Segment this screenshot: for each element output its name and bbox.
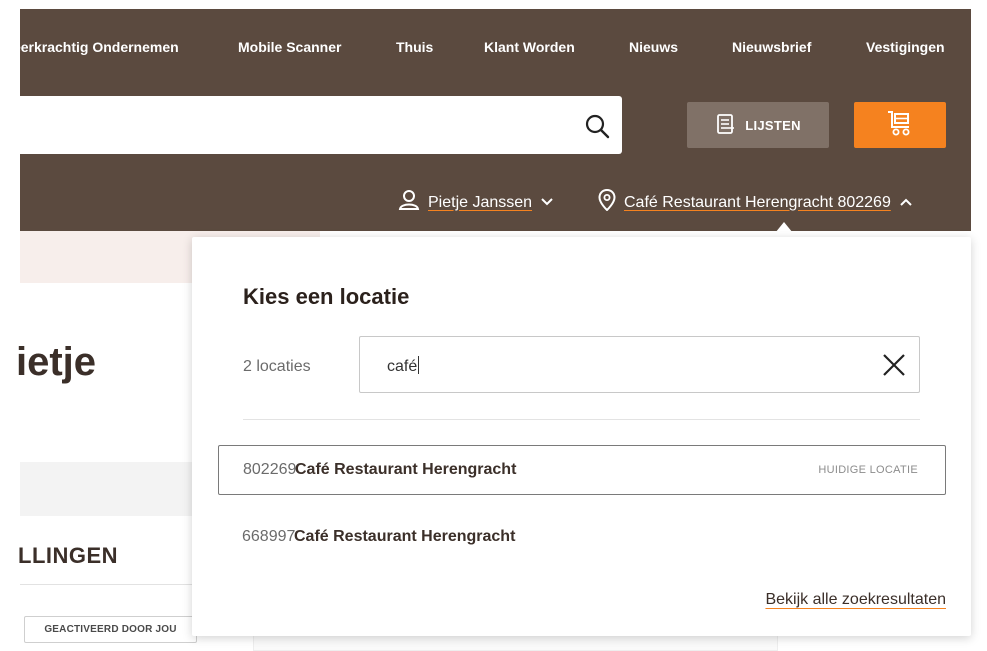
list-icon [715, 113, 737, 138]
site-header: Weerkrachtig Ondernemen Mobile Scanner T… [0, 9, 971, 231]
nav-item-thuis[interactable]: Thuis [396, 39, 433, 55]
location-menu[interactable]: Café Restaurant Herengracht 802269 [598, 188, 913, 216]
search-input[interactable] [20, 96, 622, 154]
nav-item-klant-worden[interactable]: Klant Worden [484, 39, 575, 55]
view-all-results-link[interactable]: Bekijk alle zoekresultaten [765, 591, 946, 609]
location-number: 668997 [242, 528, 296, 545]
lists-button-label: LIJSTEN [745, 117, 801, 133]
current-location-tag: HUIDIGE LOCATIE [818, 464, 918, 476]
cart-icon [885, 109, 915, 142]
user-menu[interactable]: Pietje Janssen [398, 189, 554, 216]
nav-item-nieuwsbrief[interactable]: Nieuwsbrief [732, 39, 811, 55]
chevron-down-icon[interactable] [540, 194, 554, 212]
greeting-heading: ietje [16, 340, 97, 384]
location-picker-popup: Kies een locatie 2 locaties café 802269 … [192, 237, 971, 636]
text-cursor [418, 356, 420, 374]
nav-item-ondernemen[interactable]: Weerkrachtig Ondernemen [0, 39, 179, 55]
result-count: 2 locaties [243, 358, 311, 375]
main-nav: Weerkrachtig Ondernemen Mobile Scanner T… [0, 9, 971, 85]
close-icon[interactable] [881, 352, 907, 378]
location-option[interactable]: 668997 Café Restaurant Herengracht [218, 512, 946, 562]
map-pin-icon [598, 188, 616, 216]
location-search-input[interactable]: café [359, 336, 920, 393]
user-name[interactable]: Pietje Janssen [428, 194, 532, 212]
popup-caret [771, 222, 797, 238]
location-name: Café Restaurant Herengracht [294, 528, 516, 545]
section-title: LLINGEN [18, 543, 119, 568]
search-icon[interactable] [584, 113, 610, 139]
location-number: 802269 [243, 461, 297, 478]
cart-button[interactable] [854, 102, 946, 148]
location-name: Café Restaurant Herengracht [295, 461, 517, 478]
popup-title: Kies een locatie [243, 284, 410, 309]
chevron-up-icon[interactable] [899, 194, 913, 212]
popup-divider [243, 419, 920, 420]
status-badge: GEACTIVEERD DOOR JOU [24, 616, 197, 643]
location-search-value: café [387, 358, 418, 375]
nav-item-nieuws[interactable]: Nieuws [629, 39, 678, 55]
current-location[interactable]: Café Restaurant Herengracht 802269 [624, 194, 891, 212]
lists-button[interactable]: LIJSTEN [687, 102, 829, 148]
nav-item-mobile-scanner[interactable]: Mobile Scanner [238, 39, 341, 55]
section-divider [20, 584, 194, 585]
location-option-selected[interactable]: 802269 Café Restaurant Herengracht HUIDI… [218, 445, 946, 495]
nav-item-vestigingen[interactable]: Vestigingen [866, 39, 945, 55]
user-icon [398, 189, 420, 216]
